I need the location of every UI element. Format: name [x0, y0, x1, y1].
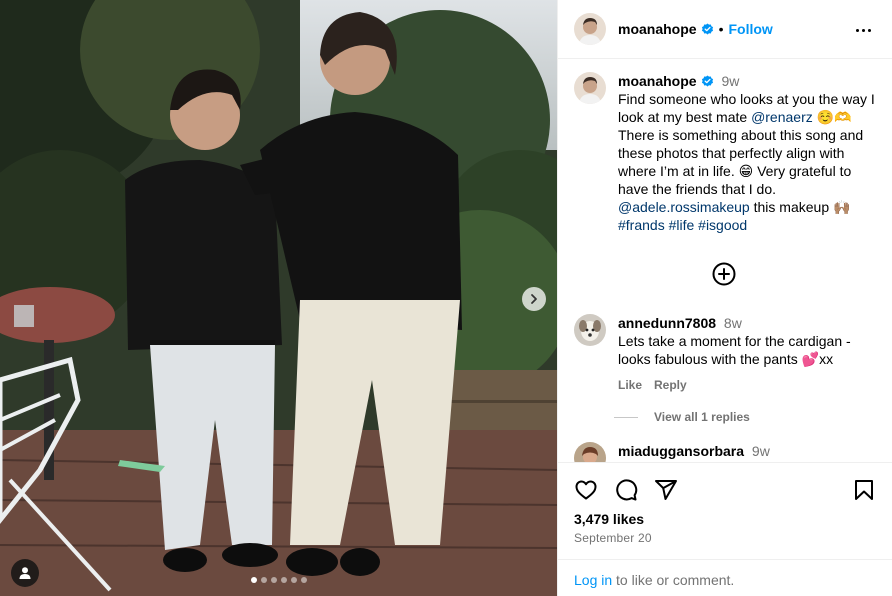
caption-emoji: ☺️🫶 — [812, 109, 852, 125]
comment-icon[interactable] — [614, 478, 638, 502]
caption-text: this makeup 🙌🏽 — [749, 199, 851, 215]
heart-icon[interactable] — [574, 478, 598, 502]
user-tag-icon — [19, 567, 31, 579]
caption-avatar[interactable] — [574, 72, 606, 104]
carousel-dot — [250, 577, 257, 583]
replies-divider — [614, 416, 638, 418]
post-header: moanahope • Follow — [558, 0, 892, 59]
carousel-indicator — [0, 577, 557, 583]
post-photo[interactable] — [0, 0, 557, 596]
caption-text: There is something about this song and t… — [618, 127, 864, 197]
commenter-username[interactable]: annedunn7808 — [618, 315, 716, 331]
hashtag-links[interactable]: #frands #life #isgood — [618, 217, 747, 233]
comment-body: miaduggansorbara 9w — [618, 442, 770, 460]
post-side-panel: moanahope • Follow moanahope 9w Find som… — [557, 0, 892, 596]
comments-section[interactable]: moanahope 9w Find someone who looks at y… — [558, 60, 892, 462]
view-replies-label: View all 1 replies — [654, 410, 750, 424]
like-count[interactable]: 3,479 likes — [574, 511, 644, 527]
avatar-image — [574, 13, 606, 45]
caption-body: moanahope 9w Find someone who looks at y… — [618, 72, 880, 234]
author-avatar[interactable] — [574, 13, 606, 45]
commenter-avatar[interactable] — [574, 314, 606, 346]
comment-item: annedunn7808 8w Lets take a moment for t… — [574, 314, 880, 394]
photo-image — [0, 0, 557, 596]
post-footer: 3,479 likes September 20 Log in to like … — [558, 462, 892, 596]
comment-time[interactable]: 8w — [724, 315, 742, 331]
follow-button[interactable]: Follow — [728, 21, 772, 37]
tagged-users-button[interactable] — [11, 559, 39, 587]
verified-badge-icon — [701, 22, 713, 35]
avatar-image — [574, 314, 606, 346]
avatar-image — [574, 442, 606, 462]
comment-text: Lets take a moment for the cardigan - lo… — [618, 333, 851, 367]
author-username[interactable]: moanahope — [618, 21, 697, 37]
comment-body: annedunn7808 8w Lets take a moment for t… — [618, 314, 880, 394]
bookmark-icon[interactable] — [852, 478, 876, 502]
like-comment-button[interactable]: Like — [618, 376, 642, 394]
share-icon[interactable] — [654, 478, 678, 502]
view-replies-button[interactable]: View all 1 replies — [614, 410, 750, 424]
verified-badge-icon — [701, 75, 713, 87]
add-circle-icon[interactable] — [712, 262, 736, 286]
post-modal: moanahope • Follow moanahope 9w Find som… — [0, 0, 892, 596]
commenter-username[interactable]: miaduggansorbara — [618, 443, 744, 459]
header-separator: • — [718, 21, 724, 37]
reply-button[interactable]: Reply — [654, 376, 687, 394]
post-date[interactable]: September 20 — [574, 531, 652, 545]
more-options-icon[interactable] — [856, 21, 874, 39]
login-prompt: Log in to like or comment. — [558, 559, 892, 596]
action-bar — [574, 478, 876, 502]
caption-time[interactable]: 9w — [721, 73, 739, 89]
avatar-image — [574, 72, 606, 104]
carousel-dot — [300, 577, 307, 583]
login-link[interactable]: Log in — [574, 572, 612, 588]
post-caption: moanahope 9w Find someone who looks at y… — [574, 72, 880, 234]
carousel-dot — [280, 577, 287, 583]
carousel-dot — [270, 577, 277, 583]
next-photo-button[interactable] — [522, 287, 546, 311]
mention-link[interactable]: @adele.rossimakeup — [618, 199, 750, 215]
comment-actions: Like Reply — [618, 376, 880, 394]
commenter-avatar[interactable] — [574, 442, 606, 462]
comment-time[interactable]: 9w — [752, 443, 770, 459]
carousel-dot — [260, 577, 267, 583]
comment-item: miaduggansorbara 9w — [574, 442, 880, 462]
next-arrow-icon — [531, 294, 537, 304]
carousel-dot — [290, 577, 297, 583]
mention-link[interactable]: @renaerz — [751, 109, 813, 125]
caption-username[interactable]: moanahope — [618, 73, 697, 89]
login-text: to like or comment. — [612, 572, 735, 588]
